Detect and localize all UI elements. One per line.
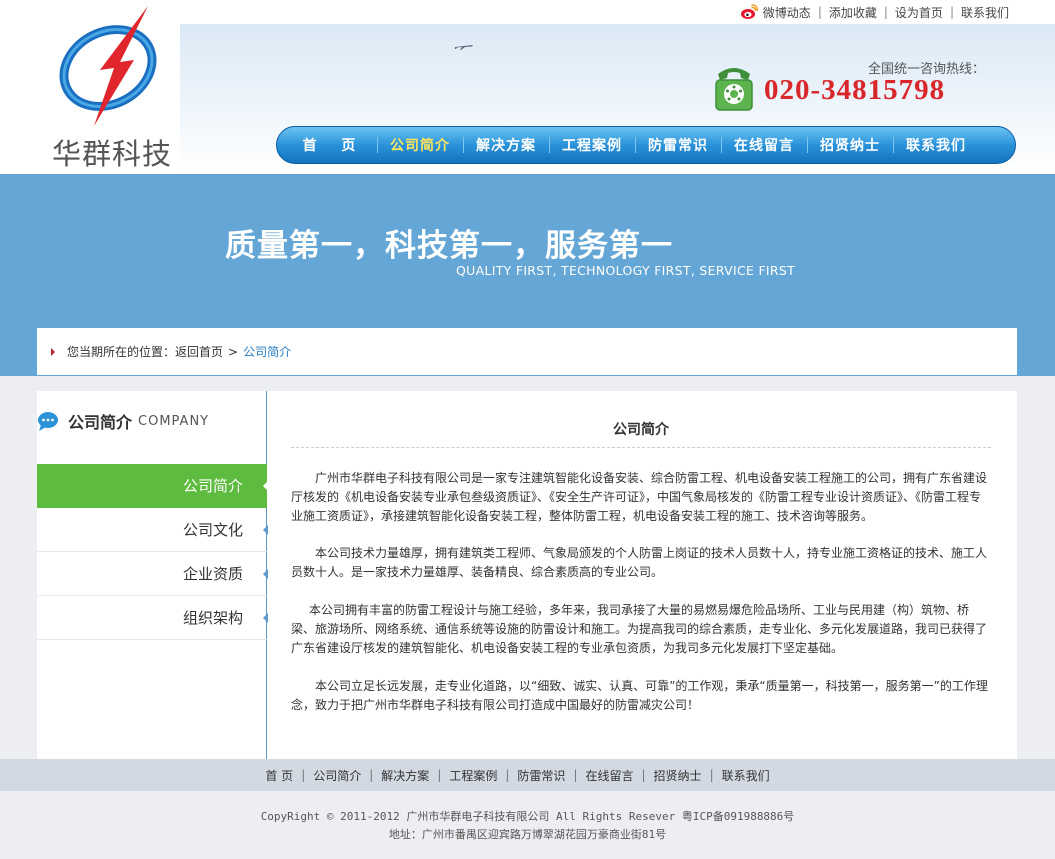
- chat-bubble-icon: [38, 412, 58, 431]
- article-paragraph: 本公司技术力量雄厚，拥有建筑类工程师、气象局颁发的个人防雷上岗证的技术人员数十人…: [291, 546, 988, 579]
- top-link-weibo[interactable]: 微博动态: [763, 4, 811, 21]
- banner-slogan-zh: 质量第一，科技第一，服务第一: [225, 228, 673, 264]
- sidebar-item-label: 组织架构: [182, 609, 243, 627]
- weibo-icon[interactable]: [740, 4, 758, 20]
- footer-separator: |: [573, 768, 578, 782]
- article-title: 公司简介: [613, 422, 669, 438]
- sidebar-item-label: 企业资质: [182, 565, 243, 583]
- active-indicator-icon: [263, 481, 268, 491]
- footer-link-about[interactable]: 公司简介: [313, 767, 361, 784]
- logo-text: 华群科技: [52, 137, 173, 171]
- top-link-homepage[interactable]: 设为首页: [895, 4, 943, 21]
- nav-item-cases[interactable]: 工程案例: [549, 135, 635, 155]
- caret-left-icon: [263, 525, 268, 535]
- top-link-contact[interactable]: 联系我们: [961, 4, 1009, 21]
- nav-item-home[interactable]: 首 页: [291, 135, 377, 155]
- main-content-area: 公司简介 COMPANY 公司简介 公司文化 企业资质 组织架构 公司简介 广州…: [37, 391, 1017, 759]
- breadcrumb-label: 您当期所在的位置：: [67, 345, 176, 359]
- sidebar-item-organization[interactable]: 组织架构: [37, 596, 268, 640]
- top-links-bar: 微博动态 | 添加收藏 | 设为首页 | 联系我们: [740, 3, 1009, 21]
- footer-link-solutions[interactable]: 解决方案: [381, 767, 429, 784]
- sidebar-title: 公司简介 COMPANY: [37, 409, 209, 433]
- breadcrumb-arrow-icon: [51, 347, 55, 356]
- article-paragraph: 本公司拥有丰富的防雷工程设计与施工经验，多年来，我司承接了大量的易燃易爆危险品场…: [291, 603, 988, 655]
- nav-item-recruitment[interactable]: 招贤纳士: [807, 135, 893, 155]
- footer-info: CopyRight © 2011-2012 广州市华群电子科技有限公司 All …: [0, 808, 1055, 844]
- footer-separator: |: [369, 768, 374, 782]
- footer-separator: |: [505, 768, 510, 782]
- footer-link-cases[interactable]: 工程案例: [449, 767, 497, 784]
- footer-nav: 首 页 | 公司简介 | 解决方案 | 工程案例 | 防雷常识 | 在线留言 | 招贤纳士 |…: [0, 759, 1055, 791]
- article-paragraph: 广州市华群电子科技有限公司是一家专注建筑智能化设备安装、综合防雷工程、机电设备安…: [291, 471, 988, 523]
- breadcrumb-current: 公司简介: [243, 345, 292, 359]
- nav-item-message[interactable]: 在线留言: [721, 135, 807, 155]
- telephone-icon: [715, 68, 753, 111]
- sidebar-item-qualifications[interactable]: 企业资质: [37, 552, 268, 596]
- breadcrumb: 您当期所在的位置： 返回首页 > 公司简介: [37, 328, 1017, 375]
- top-link-separator: |: [949, 5, 954, 19]
- caret-left-icon: [263, 613, 268, 623]
- footer-copyright: CopyRight © 2011-2012 广州市华群电子科技有限公司 All …: [260, 810, 795, 823]
- sidebar-title-zh: 公司简介: [68, 413, 133, 432]
- title-divider: [291, 447, 991, 448]
- footer-link-lightning-knowledge[interactable]: 防雷常识: [517, 767, 565, 784]
- footer-link-home[interactable]: 首 页: [265, 767, 293, 784]
- footer-link-contact[interactable]: 联系我们: [722, 767, 770, 784]
- footer-separator: |: [641, 768, 646, 782]
- footer-separator: |: [301, 768, 306, 782]
- footer-link-recruitment[interactable]: 招贤纳士: [654, 767, 702, 784]
- top-link-separator: |: [817, 5, 822, 19]
- nav-item-solutions[interactable]: 解决方案: [463, 135, 549, 155]
- article-paragraph: 本公司立足长远发展，走专业化道路，以“细致、诚实、认真、可靠”的工作观，秉承“质…: [291, 679, 988, 712]
- top-link-favorite[interactable]: 添加收藏: [829, 4, 877, 21]
- sidebar-item-about[interactable]: 公司简介: [37, 464, 268, 508]
- sidebar-title-en: COMPANY: [138, 413, 210, 429]
- banner-slogan-en: QUALITY FIRST, TECHNOLOGY FIRST, SERVICE…: [456, 263, 796, 278]
- site-header: 微博动态 | 添加收藏 | 设为首页 | 联系我们 华群科技 全国统一咨询热线：…: [0, 0, 1055, 174]
- top-link-separator: |: [883, 5, 888, 19]
- main-nav: 首 页 公司简介 解决方案 工程案例 防雷常识 在线留言 招贤纳士 联系我们: [276, 126, 1016, 164]
- nav-item-about[interactable]: 公司简介: [377, 135, 463, 155]
- breadcrumb-separator: >: [228, 344, 239, 359]
- hotline-number: 020-34815798: [764, 74, 946, 106]
- caret-left-icon: [263, 569, 268, 579]
- footer-address: 地址：广州市番禺区迎宾路万博翠湖花园万豪商业街81号: [388, 828, 667, 841]
- sidebar-menu: 公司简介 公司文化 企业资质 组织架构: [37, 464, 268, 640]
- sidebar-item-label: 公司简介: [182, 477, 243, 495]
- sidebar-item-culture[interactable]: 公司文化: [37, 508, 268, 552]
- nav-item-lightning-knowledge[interactable]: 防雷常识: [635, 135, 721, 155]
- airplane-icon: [455, 45, 473, 50]
- sidebar: 公司简介 COMPANY 公司简介 公司文化 企业资质 组织架构: [37, 391, 268, 759]
- breadcrumb-home-link[interactable]: 返回首页: [175, 343, 223, 360]
- nav-item-contact[interactable]: 联系我们: [893, 135, 979, 155]
- footer-separator: |: [437, 768, 442, 782]
- footer-separator: |: [709, 768, 714, 782]
- footer-link-message[interactable]: 在线留言: [585, 767, 633, 784]
- sidebar-item-label: 公司文化: [182, 521, 243, 539]
